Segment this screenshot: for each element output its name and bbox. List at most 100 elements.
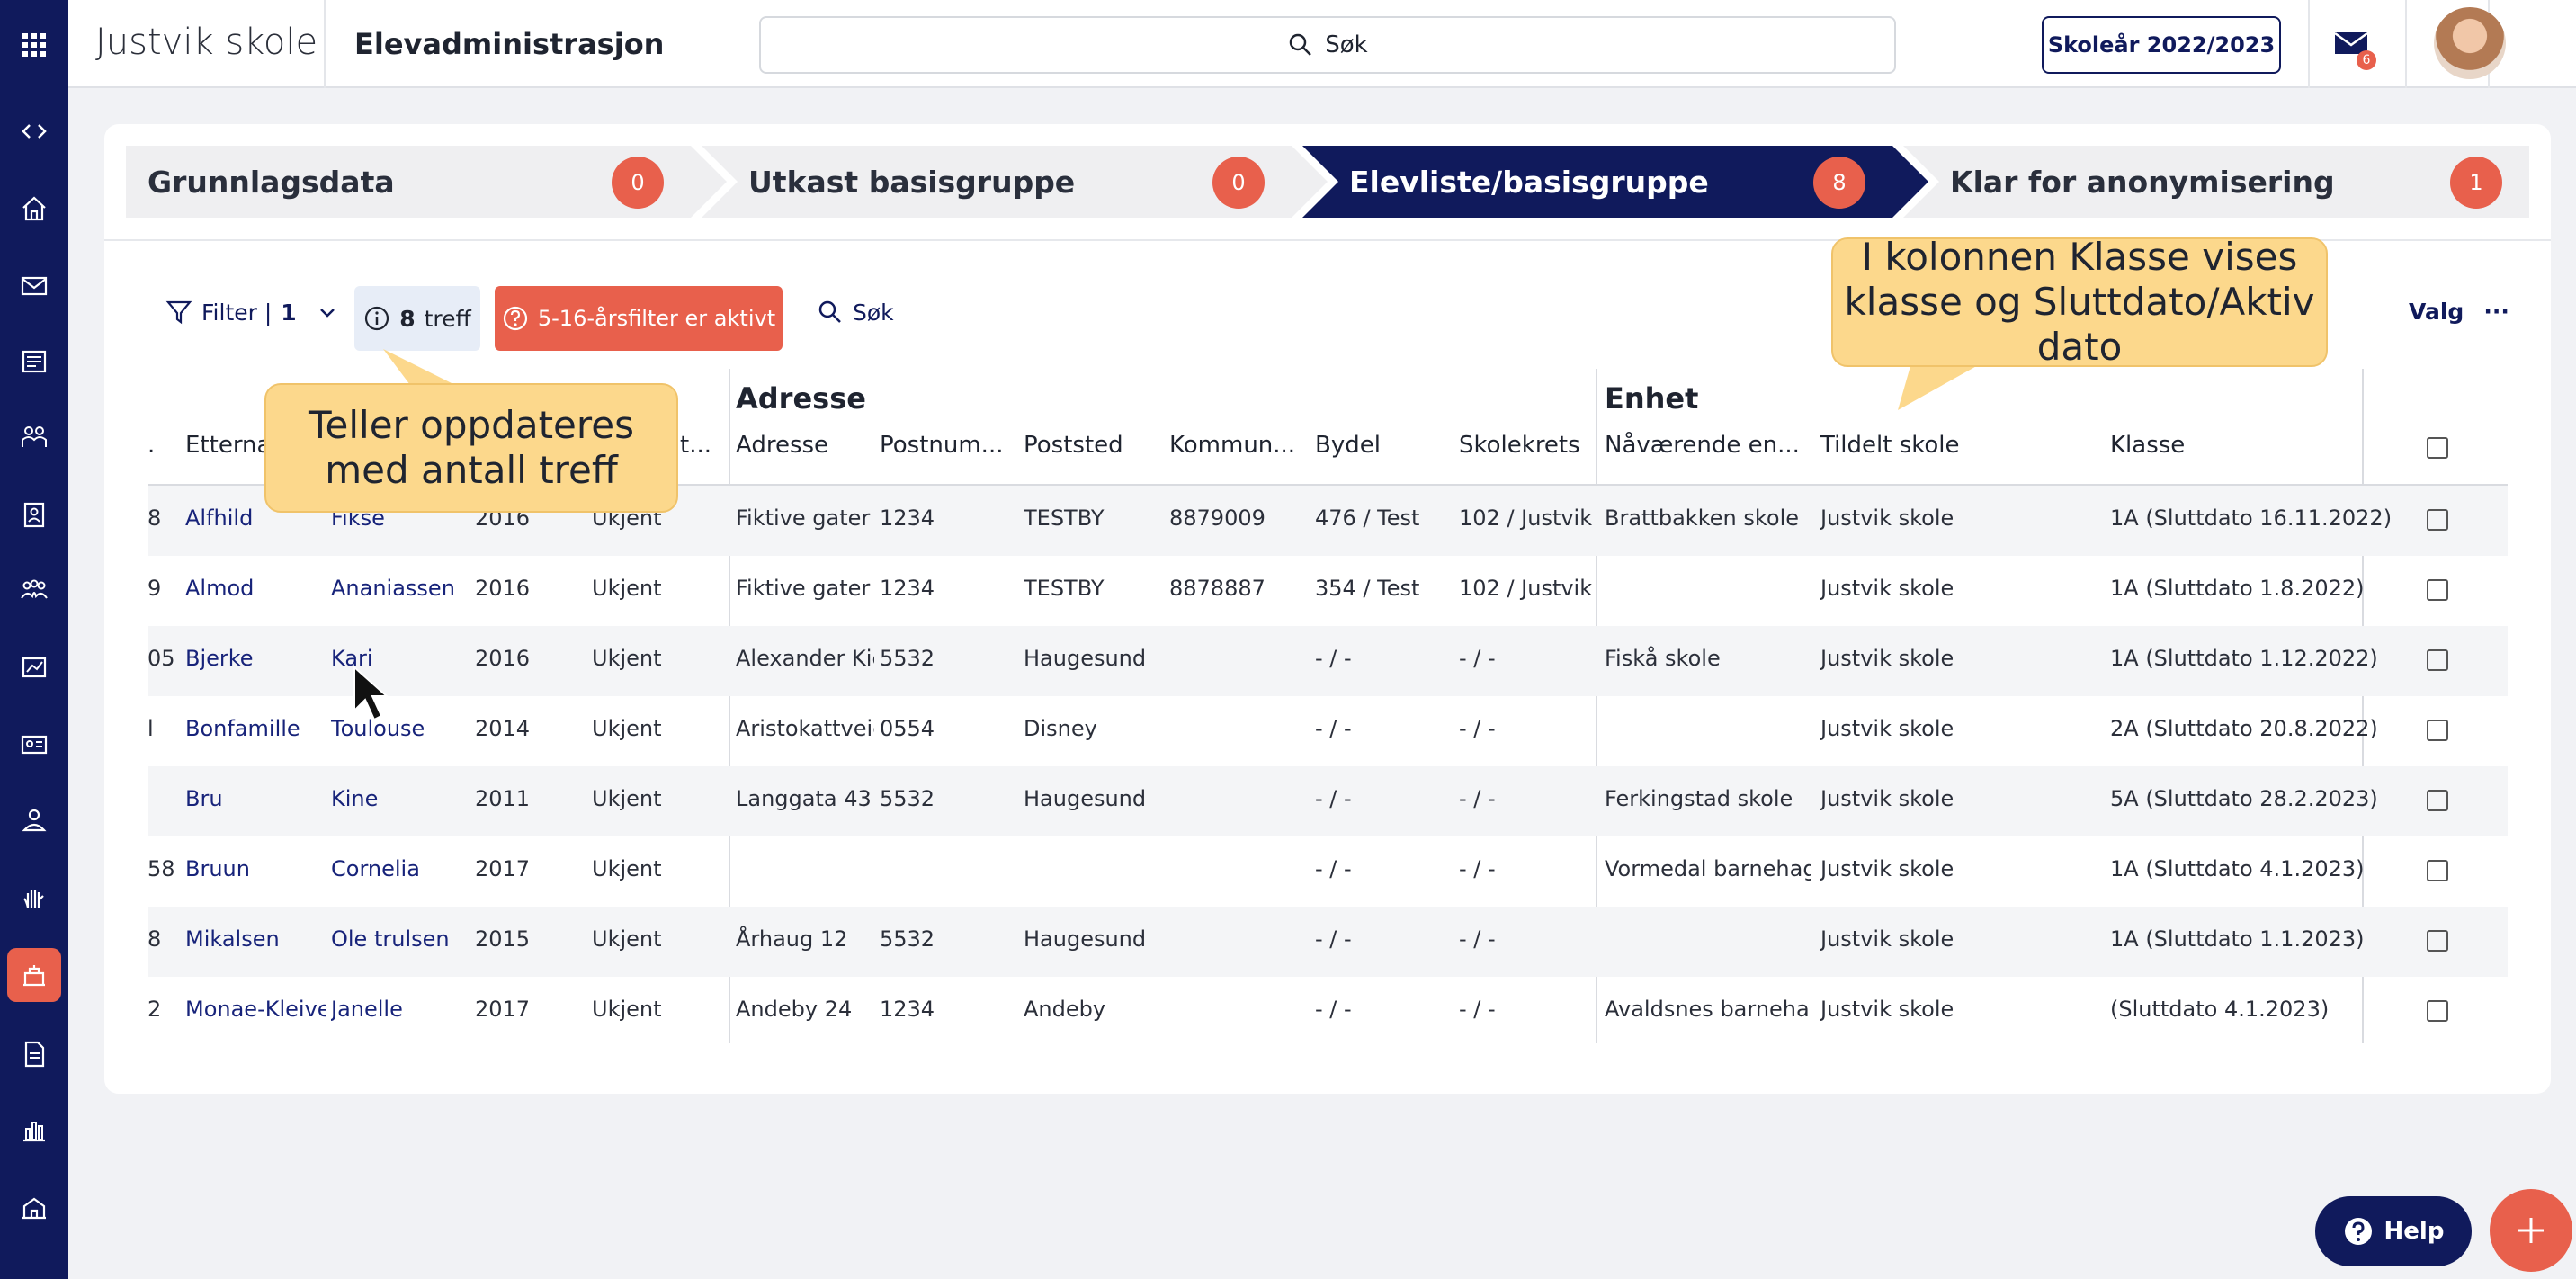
news-icon[interactable] (7, 335, 61, 389)
col-header-klasse[interactable]: Klasse (2110, 432, 2380, 459)
col-header-postnum[interactable]: Postnum... (880, 432, 1015, 459)
table-row[interactable]: 9 Almod Ananiassen 2016 Ukjent Fiktive g… (148, 556, 2508, 626)
app-grid-icon[interactable] (7, 18, 61, 72)
col-header-lastname[interactable]: Etterna (185, 432, 266, 459)
cell-firstname[interactable]: Ananiassen (331, 576, 457, 601)
col-header-poststed[interactable]: Poststed (1024, 432, 1158, 459)
groups-icon[interactable] (7, 563, 61, 617)
mail-icon[interactable] (7, 259, 61, 313)
table-row[interactable]: 2 Monae-Kleiven Janelle 2017 Ukjent Ande… (148, 977, 2508, 1047)
options-menu-button[interactable]: Valg ··· (2409, 299, 2509, 325)
table-row[interactable]: l Bonfamille Toulouse 2014 Ukjent Aristo… (148, 696, 2508, 766)
question-circle-icon (2344, 1218, 2372, 1245)
col-header-address[interactable]: Adresse (736, 432, 871, 459)
chevron-down-icon[interactable] (317, 301, 338, 323)
document-icon[interactable] (7, 1027, 61, 1081)
row-checkbox[interactable] (2427, 649, 2448, 671)
school-building-icon[interactable] (7, 1180, 61, 1234)
cell-lastname[interactable]: Bonfamille (185, 716, 320, 741)
header-divider (2405, 0, 2407, 88)
cell-assigned-school: Justvik skole (1820, 786, 1954, 811)
cell-lastname[interactable]: Mikalsen (185, 926, 320, 952)
school-year-button[interactable]: Skoleår 2022/2023 (2042, 16, 2281, 74)
cell-status: Ukjent (592, 926, 662, 952)
cell-firstname[interactable]: Cornelia (331, 856, 457, 881)
table-row[interactable]: 05 Bjerke Kari 2016 Ukjent Alexander Kie… (148, 626, 2508, 696)
home-icon[interactable] (7, 182, 61, 236)
select-all-checkbox[interactable] (2427, 437, 2448, 459)
bar-chart-icon[interactable] (7, 1103, 61, 1157)
cell-postnum: 1234 (880, 576, 935, 601)
global-search-input[interactable]: Søk (759, 16, 1896, 74)
clipboard-person-icon[interactable] (7, 487, 61, 541)
cell-bydel: 354 / Test (1315, 576, 1420, 601)
cell-lastname[interactable]: Monae-Kleiven (185, 997, 326, 1022)
cell-lastname[interactable]: Bruun (185, 856, 320, 881)
row-checkbox[interactable] (2427, 790, 2448, 811)
user-avatar[interactable] (2434, 7, 2506, 79)
table-search-button[interactable]: Søk (817, 299, 894, 326)
mail-button[interactable]: 6 (2331, 23, 2376, 70)
table-row[interactable]: Bru Kine 2011 Ukjent Langgata 43 5532 Ha… (148, 766, 2508, 836)
school-admin-icon[interactable] (7, 948, 61, 1002)
cell-lastname[interactable]: Almod (185, 576, 320, 601)
cell-klasse: 1A (Sluttdato 16.11.2022) (2110, 505, 2393, 531)
age-filter-alert-button[interactable]: 5-16-årsfilter er aktivt (495, 286, 783, 351)
callout-treff-note: Teller oppdateres med antall treff (264, 383, 678, 513)
top-header: Justvik skole Elevadministrasjon Søk Sko… (68, 0, 2576, 88)
cell-klasse: (Sluttdato 4.1.2023) (2110, 997, 2330, 1022)
add-button[interactable] (2490, 1189, 2572, 1272)
cell-firstname[interactable]: Kine (331, 786, 457, 811)
col-header-bydel[interactable]: Bydel (1315, 432, 1450, 459)
filter-button[interactable]: Filter | 1 (165, 299, 338, 326)
table-row[interactable]: 58 Bruun Cornelia 2017 Ukjent - / - - / … (148, 836, 2508, 907)
cell-bydel: - / - (1315, 926, 1352, 952)
cell-status: Ukjent (592, 997, 662, 1022)
col-header-assigned-school[interactable]: Tildelt skole (1820, 432, 2090, 459)
col-header-id[interactable]: . (148, 432, 165, 459)
cell-firstname[interactable]: Kari (331, 646, 457, 671)
step-klar-for-anonymisering[interactable]: Klar for anonymisering (1950, 146, 2335, 218)
row-checkbox[interactable] (2427, 720, 2448, 741)
row-checkbox[interactable] (2427, 930, 2448, 952)
step-utkast-basisgruppe[interactable]: Utkast basisgruppe (748, 146, 1075, 218)
row-checkbox[interactable] (2427, 860, 2448, 881)
step-grunnlagsdata[interactable]: Grunnlagsdata (148, 146, 395, 218)
hand-icon[interactable] (7, 871, 61, 925)
col-header-current-unit[interactable]: Nåværende en... (1605, 432, 1799, 459)
table-row[interactable]: 8 Mikalsen Ole trulsen 2015 Ukjent Århau… (148, 907, 2508, 977)
info-icon (365, 306, 389, 331)
step-elevliste-basisgruppe[interactable]: Elevliste/basisgruppe (1349, 146, 1709, 218)
cell-status: Ukjent (592, 786, 662, 811)
expand-collapse-icon[interactable] (7, 104, 61, 158)
row-checkbox[interactable] (2427, 509, 2448, 531)
cell-skolekrets: - / - (1459, 997, 1496, 1022)
cell-poststed: Andeby (1024, 997, 1106, 1022)
cell-id: 8 (148, 505, 162, 531)
cell-klasse: 1A (Sluttdato 1.12.2022) (2110, 646, 2378, 671)
cell-lastname[interactable]: Bru (185, 786, 320, 811)
person-support-icon[interactable] (7, 793, 61, 847)
callout-klasse-note: I kolonnen Klasse vises klasse og Sluttd… (1831, 235, 2328, 369)
cell-skolekrets: - / - (1459, 716, 1496, 741)
help-button[interactable]: Help (2315, 1196, 2472, 1266)
cell-bydel: - / - (1315, 786, 1352, 811)
id-card-icon[interactable] (7, 718, 61, 772)
row-checkbox[interactable] (2427, 579, 2448, 601)
col-header-kommune[interactable]: Kommun... (1169, 432, 1304, 459)
cell-firstname[interactable]: Ole trulsen (331, 926, 466, 952)
chart-person-icon[interactable] (7, 640, 61, 694)
cell-firstname[interactable]: Toulouse (331, 716, 457, 741)
header-divider (2308, 0, 2310, 88)
col-header-status[interactable]: t... (680, 432, 734, 459)
cell-skolekrets: - / - (1459, 646, 1496, 671)
people-icon[interactable] (7, 410, 61, 464)
cell-klasse: 2A (Sluttdato 20.8.2022) (2110, 716, 2378, 741)
cell-lastname[interactable]: Bjerke (185, 646, 320, 671)
cell-status: Ukjent (592, 856, 662, 881)
row-checkbox[interactable] (2427, 1000, 2448, 1022)
cell-firstname[interactable]: Janelle (331, 997, 457, 1022)
cell-bydel: - / - (1315, 856, 1352, 881)
col-header-skolekrets[interactable]: Skolekrets (1459, 432, 1594, 459)
cell-year: 2015 (475, 926, 531, 952)
